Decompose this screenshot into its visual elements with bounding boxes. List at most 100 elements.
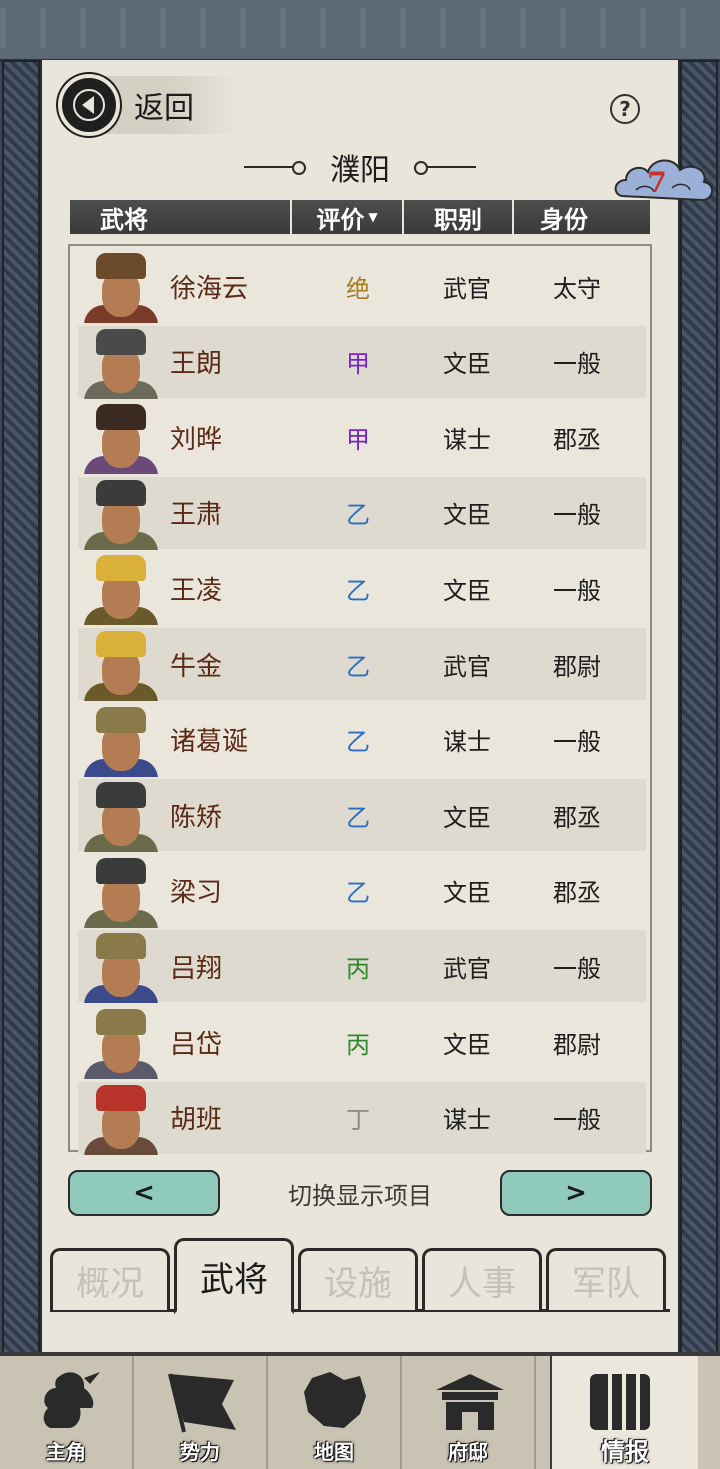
title-ornament-right [414,161,476,175]
general-status: 一般 [553,501,601,530]
table-header: 武将 评价 ▼ 职别 身份 [70,200,650,234]
general-row[interactable]: 王凌 乙 文臣 一般 [78,551,646,626]
general-position: 武官 [443,954,491,983]
general-row[interactable]: 胡班 丁 谋士 一般 [78,1081,646,1155]
right-scroll-rail [680,60,718,1360]
bottom-nav-map[interactable]: 地图 [268,1356,402,1469]
general-name: 王朗 [170,349,223,380]
top-decorative-band [0,0,720,62]
count-badge: 7 [647,166,667,199]
general-rating: 丙 [346,1030,370,1059]
back-button[interactable]: 返回 [58,74,240,136]
bottom-nav-warrior[interactable]: 主角 [0,1356,134,1469]
general-row[interactable]: 吕翔 丙 武官 一般 [78,930,646,1004]
column-status[interactable]: 身份 [514,200,650,234]
bottom-navigation: 主角 势力 地图 府邸 情报 [0,1352,720,1469]
general-position: 文臣 [443,350,491,379]
bottom-nav-label: 府邸 [448,1440,488,1464]
general-portrait [80,400,162,475]
general-rating: 丙 [346,954,370,983]
bottom-nav-flag[interactable]: 势力 [134,1356,268,1469]
tab-army[interactable]: 军队 [546,1248,666,1310]
back-label: 返回 [134,91,194,126]
general-name: 梁习 [170,878,223,909]
general-position: 武官 [443,652,491,681]
general-status: 一般 [553,728,601,757]
help-icon[interactable]: ? [610,94,640,124]
general-row[interactable]: 王朗 甲 文臣 一般 [78,325,646,399]
general-position: 文臣 [443,1030,491,1059]
general-row[interactable]: 陈矫 乙 文臣 郡丞 [78,778,646,853]
general-rating: 甲 [346,350,370,379]
scroll-icon [582,1368,658,1434]
sort-down-icon: ▼ [368,210,378,224]
title-ornament-left [244,161,306,175]
general-name: 王凌 [170,575,223,606]
city-name: 濮阳 [330,153,390,188]
general-portrait [80,476,162,550]
general-name: 吕翔 [170,953,223,984]
general-rating: 绝 [346,274,370,303]
bottom-nav-label: 情报 [601,1438,649,1466]
general-rating: 丁 [346,1106,370,1135]
mansion-icon [432,1368,508,1434]
top-pattern [0,8,720,48]
general-status: 郡丞 [553,803,601,832]
general-position: 武官 [443,274,491,303]
prev-button[interactable]: < [68,1170,220,1216]
general-rating: 甲 [346,425,370,454]
switch-display-label: 切换显示项目 [288,1182,432,1210]
generals-list: 徐海云绝武官 太守 王朗甲文臣 一般 刘晔甲谋士 郡丞 王肃乙文臣 一般 王凌乙文臣 一般 牛金乙武… [68,244,652,1155]
general-portrait [80,778,162,853]
general-portrait [80,551,162,626]
general-name: 吕岱 [170,1029,223,1060]
bottom-nav-scroll[interactable]: 情报 [550,1356,698,1469]
bottom-nav-label: 地图 [314,1440,354,1464]
column-rating[interactable]: 评价 ▼ [292,200,404,234]
general-position: 文臣 [443,576,491,605]
general-rating: 乙 [346,501,370,530]
column-general[interactable]: 武将 [70,200,292,234]
general-row[interactable]: 牛金 乙 武官 郡尉 [78,627,646,701]
general-name: 陈矫 [170,802,223,833]
bottom-nav-mansion[interactable]: 府邸 [402,1356,536,1469]
general-status: 一般 [553,1106,601,1135]
tab-facilities[interactable]: 设施 [298,1248,418,1310]
general-rating: 乙 [346,728,370,757]
general-name: 王肃 [170,500,223,531]
general-position: 文臣 [443,501,491,530]
general-status: 一般 [553,954,601,983]
general-row[interactable]: 梁习 乙 文臣 郡丞 [78,855,646,928]
general-row[interactable]: 徐海云 绝 武官 太守 [78,249,646,323]
general-position: 谋士 [443,728,491,757]
general-portrait [80,627,162,701]
general-status: 一般 [553,576,601,605]
tab-personnel[interactable]: 人事 [422,1248,542,1310]
category-tabs: 概况 武将 设施 人事 军队 [50,1238,670,1314]
general-row[interactable]: 诸葛诞 乙 谋士 一般 [78,704,646,777]
general-portrait [80,249,162,323]
general-name: 诸葛诞 [170,727,249,758]
general-status: 郡丞 [553,425,601,454]
general-position: 谋士 [443,1106,491,1135]
city-title: 濮阳 [220,144,500,190]
general-row[interactable]: 刘晔 甲 谋士 郡丞 [78,400,646,475]
next-button[interactable]: > [500,1170,652,1216]
general-position: 谋士 [443,425,491,454]
flag-icon [164,1368,240,1434]
tab-overview[interactable]: 概况 [50,1248,170,1310]
bottom-nav-label: 势力 [180,1440,220,1464]
general-status: 郡尉 [553,652,601,681]
map-icon [298,1368,374,1434]
general-row[interactable]: 吕岱 丙 文臣 郡尉 [78,1005,646,1079]
general-portrait [80,1005,162,1079]
general-name: 徐海云 [170,273,249,304]
tab-generals[interactable]: 武将 [174,1238,294,1314]
general-name: 刘晔 [170,424,223,455]
back-arrow-icon [58,74,120,136]
general-row[interactable]: 王肃 乙 文臣 一般 [78,476,646,550]
general-status: 郡尉 [553,1030,601,1059]
column-position[interactable]: 职别 [404,200,514,234]
general-status: 太守 [553,274,601,303]
warrior-icon [30,1368,106,1434]
